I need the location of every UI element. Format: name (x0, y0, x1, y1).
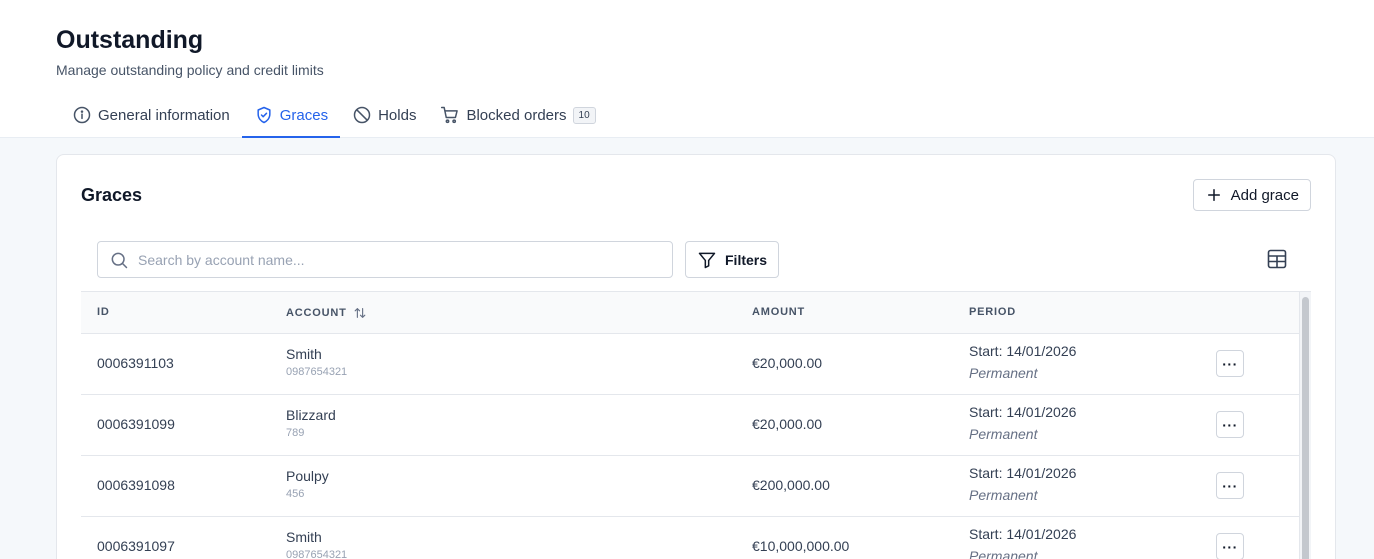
page-subtitle: Manage outstanding policy and credit lim… (56, 62, 324, 78)
account-name: Smith (286, 529, 322, 545)
card-title: Graces (81, 185, 143, 205)
period-start: Start: 14/01/2026 (969, 465, 1077, 481)
plus-icon (1207, 189, 1220, 201)
info-icon (73, 106, 91, 124)
cart-icon (441, 106, 459, 124)
blocked-orders-count-badge: 10 (572, 106, 596, 124)
grace-amount: €20,000.00 (752, 355, 823, 371)
account-name: Smith (286, 346, 322, 362)
period-type: Permanent (969, 548, 1038, 559)
tab-label: Holds (378, 106, 417, 124)
header-label: ID (97, 306, 110, 318)
tab-general-information[interactable]: General information (60, 100, 242, 130)
column-header-amount: AMOUNT (752, 306, 805, 318)
table-columns-icon[interactable] (1265, 247, 1289, 271)
account-number: 0987654321 (286, 366, 348, 378)
grace-amount: €10,000,000.00 (752, 538, 850, 554)
row-actions-button[interactable]: ··· (1216, 411, 1244, 438)
header-label: PERIOD (969, 306, 1016, 318)
account-cell: Smith 0987654321 (286, 346, 347, 378)
shield-check-icon (257, 106, 271, 124)
tab-holds[interactable]: Holds (340, 100, 428, 130)
ban-icon (353, 106, 371, 124)
period-start: Start: 14/01/2026 (969, 526, 1077, 542)
graces-card: Graces Add grace Filters ID ACCOUNT AMOU… (56, 154, 1336, 559)
header-label: ACCOUNT (286, 307, 347, 319)
tab-label: Blocked orders (466, 106, 567, 124)
grace-id: 0006391098 (97, 477, 175, 493)
tab-blocked-orders[interactable]: Blocked orders 10 (428, 100, 607, 130)
search-box[interactable] (97, 241, 673, 278)
filter-icon (698, 252, 716, 268)
account-number: 456 (286, 488, 305, 500)
page-title: Outstanding (56, 26, 204, 54)
tab-label: General information (98, 106, 230, 124)
table-row[interactable]: 0006391103 Smith 0987654321 €20,000.00 S… (81, 334, 1311, 395)
period-cell: Start: 14/01/2026 Permanent (969, 343, 1076, 381)
account-name: Blizzard (286, 407, 336, 423)
period-type: Permanent (969, 426, 1038, 442)
table-row[interactable]: 0006391098 Poulpy 456 €200,000.00 Start:… (81, 456, 1311, 517)
search-icon (111, 252, 128, 268)
column-header-period: PERIOD (969, 306, 1016, 318)
account-number: 789 (286, 427, 305, 439)
table-scrollbar-thumb[interactable] (1302, 297, 1309, 559)
filters-button[interactable]: Filters (685, 241, 780, 278)
period-start: Start: 14/01/2026 (969, 343, 1077, 359)
period-cell: Start: 14/01/2026 Permanent (969, 526, 1076, 559)
grace-id: 0006391097 (97, 538, 175, 554)
period-type: Permanent (969, 365, 1038, 381)
grace-id: 0006391099 (97, 416, 175, 432)
column-header-id: ID (97, 306, 110, 318)
tab-bar: General information Graces Holds Blocked… (60, 100, 608, 138)
tab-graces[interactable]: Graces (241, 100, 341, 138)
sort-icon[interactable] (353, 306, 367, 320)
graces-table: ID ACCOUNT AMOUNT PERIOD 0006391103 Smit… (81, 291, 1311, 559)
table-row[interactable]: 0006391097 Smith 0987654321 €10,000,000.… (81, 517, 1311, 559)
filters-label: Filters (725, 251, 768, 268)
period-cell: Start: 14/01/2026 Permanent (969, 404, 1076, 442)
tab-label: Graces (279, 106, 329, 124)
row-actions-button[interactable]: ··· (1216, 350, 1244, 377)
grace-amount: €200,000.00 (752, 477, 830, 493)
search-input[interactable] (138, 251, 638, 268)
period-type: Permanent (969, 487, 1038, 503)
grace-amount: €20,000.00 (752, 416, 823, 432)
period-cell: Start: 14/01/2026 Permanent (969, 465, 1076, 503)
period-start: Start: 14/01/2026 (969, 404, 1077, 420)
account-name: Poulpy (286, 468, 329, 484)
account-number: 0987654321 (286, 549, 348, 559)
table-row[interactable]: 0006391099 Blizzard 789 €20,000.00 Start… (81, 395, 1311, 456)
account-cell: Smith 0987654321 (286, 529, 347, 559)
column-header-account[interactable]: ACCOUNT (286, 306, 367, 320)
table-header: ID ACCOUNT AMOUNT PERIOD (81, 291, 1311, 334)
add-grace-button[interactable]: Add grace (1192, 179, 1311, 211)
page-header: Outstanding Manage outstanding policy an… (0, 0, 1374, 138)
grace-id: 0006391103 (97, 355, 174, 371)
account-cell: Blizzard 789 (286, 407, 336, 439)
row-actions-button[interactable]: ··· (1216, 472, 1244, 499)
header-label: AMOUNT (752, 306, 806, 318)
account-cell: Poulpy 456 (286, 468, 329, 500)
row-actions-button[interactable]: ··· (1216, 533, 1244, 559)
add-grace-label: Add grace (1230, 186, 1299, 204)
